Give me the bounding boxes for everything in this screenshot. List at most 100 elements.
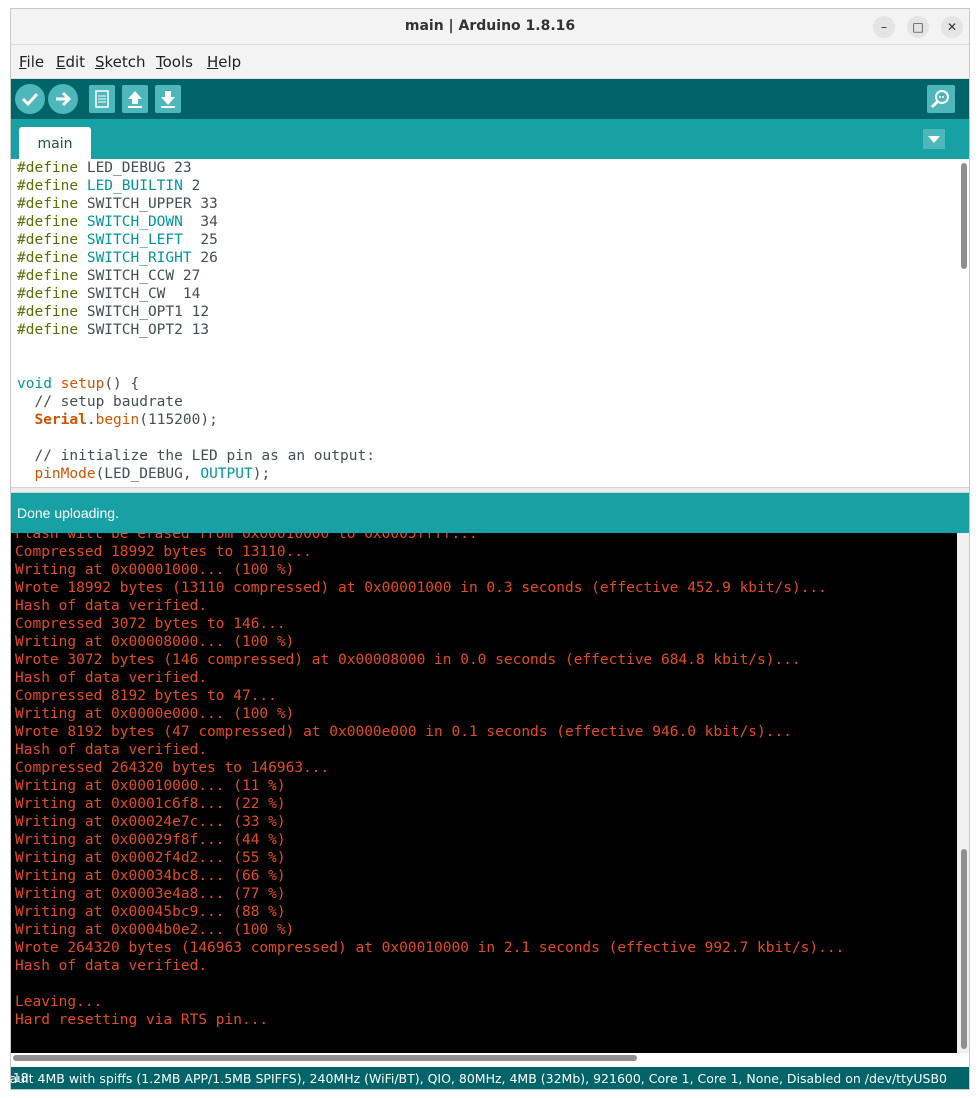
- console-scrollbar-thumb[interactable]: [961, 849, 967, 1049]
- console-line: Writing at 0x00008000... (100 %): [15, 634, 295, 650]
- console-line: Hash of data verified.: [15, 958, 208, 974]
- code-line: Serial.begin(115200);: [17, 411, 375, 429]
- code-token: );: [252, 466, 271, 482]
- tab-main[interactable]: main: [19, 127, 91, 159]
- serial-monitor-icon: [930, 90, 949, 109]
- verify-button[interactable]: [15, 84, 45, 114]
- console-line: Writing at 0x00010000... (11 %): [15, 778, 286, 794]
- open-sketch-button[interactable]: [122, 85, 148, 113]
- title-bar: main | Arduino 1.8.16 – □ ✕: [11, 9, 969, 45]
- code-token: #define: [17, 232, 79, 248]
- code-token: #define: [17, 196, 79, 212]
- code-token: #define: [17, 268, 79, 284]
- console-line: Hard resetting via RTS pin...: [15, 1012, 269, 1028]
- status-message: Done uploading.: [17, 505, 119, 521]
- console-text: Flash will be erased from 0x00010000 to …: [15, 533, 844, 1029]
- code-token: // setup baudrate: [17, 394, 183, 410]
- code-token: 34: [182, 214, 218, 230]
- code-line: // initialize the LED pin as an output:: [17, 447, 375, 465]
- console-line: Writing at 0x0002f4d2... (55 %): [15, 850, 286, 866]
- menu-sketch[interactable]: Sketch: [95, 53, 146, 71]
- console-line: Wrote 3072 bytes (146 compressed) at 0x0…: [15, 652, 801, 668]
- new-sketch-button[interactable]: [89, 85, 115, 113]
- upload-button[interactable]: [48, 84, 78, 114]
- console-line: Compressed 264320 bytes to 146963...: [15, 760, 330, 776]
- board-info-bar: 18 Default 4MB with spiffs (1.2MB APP/1.…: [11, 1067, 969, 1089]
- code-token: 26: [191, 250, 218, 266]
- menu-tools[interactable]: Tools: [156, 53, 193, 71]
- code-token: SWITCH_OPT1 12: [78, 304, 210, 320]
- console-line: Writing at 0x0004b0e2... (100 %): [15, 922, 295, 938]
- board-config: Default 4MB with spiffs (1.2MB APP/1.5MB…: [11, 1071, 947, 1086]
- tab-menu-button[interactable]: [923, 129, 945, 149]
- code-token: #define: [17, 286, 79, 302]
- console-line: Compressed 8192 bytes to 47...: [15, 688, 277, 704]
- code-line: #define SWITCH_OPT2 13: [17, 321, 375, 339]
- code-token: #define: [17, 322, 79, 338]
- console-line: Wrote 8192 bytes (47 compressed) at 0x00…: [15, 724, 792, 740]
- code-token: SWITCH_RIGHT: [86, 250, 192, 266]
- code-token: #define: [17, 214, 79, 230]
- console-line: Writing at 0x00034bc8... (66 %): [15, 868, 286, 884]
- code-token: () {: [104, 376, 140, 392]
- console-line: Wrote 264320 bytes (146963 compressed) a…: [15, 940, 845, 956]
- code-line: #define SWITCH_CW 14: [17, 285, 375, 303]
- console-horizontal-scrollbar-thumb[interactable]: [13, 1055, 637, 1061]
- save-sketch-button[interactable]: [155, 85, 181, 113]
- serial-monitor-button[interactable]: [927, 85, 955, 113]
- upload-icon: [56, 91, 72, 107]
- code-token: SWITCH_LEFT: [86, 232, 183, 248]
- code-token: pinMode: [34, 466, 96, 482]
- code-token: SWITCH_DOWN: [86, 214, 183, 230]
- code-line: #define SWITCH_OPT1 12: [17, 303, 375, 321]
- editor-scrollbar-thumb[interactable]: [961, 163, 967, 269]
- menu-edit[interactable]: Edit: [56, 53, 85, 71]
- minimize-button[interactable]: –: [873, 16, 895, 38]
- console-output[interactable]: Flash will be erased from 0x00010000 to …: [11, 533, 957, 1053]
- verify-icon: [21, 92, 39, 107]
- code-token: (115200);: [139, 412, 218, 428]
- code-line: #define LED_DEBUG 23: [17, 159, 375, 177]
- window-title: main | Arduino 1.8.16: [404, 18, 576, 34]
- code-token: // initialize the LED pin as an output:: [17, 448, 375, 464]
- code-text[interactable]: #define LED_DEBUG 23 #define LED_BUILTIN …: [17, 159, 375, 483]
- code-token: #define: [17, 304, 79, 320]
- maximize-button[interactable]: □: [907, 16, 929, 38]
- code-line: #define SWITCH_DOWN 34: [17, 213, 375, 231]
- code-line: #define SWITCH_UPPER 33: [17, 195, 375, 213]
- console-line: Hash of data verified.: [15, 670, 208, 686]
- code-line: pinMode(LED_DEBUG, OUTPUT);: [17, 465, 375, 483]
- arduino-ide-window: main | Arduino 1.8.16 – □ ✕ File Edit Sk…: [10, 8, 970, 1090]
- tab-bar: main: [11, 119, 969, 159]
- code-token: (LED_DEBUG,: [95, 466, 201, 482]
- console-line: Compressed 3072 bytes to 146...: [15, 616, 286, 632]
- code-token: 25: [182, 232, 218, 248]
- code-token: void: [17, 376, 52, 392]
- code-editor[interactable]: #define LED_DEBUG 23 #define LED_BUILTIN …: [11, 159, 969, 487]
- console-line: Hash of data verified.: [15, 598, 208, 614]
- code-token: Serial: [34, 412, 87, 428]
- console-line: Writing at 0x00024e7c... (33 %): [15, 814, 286, 830]
- console-line: Writing at 0x0003e4a8... (77 %): [15, 886, 286, 902]
- menu-help[interactable]: Help: [207, 53, 241, 71]
- open-icon: [128, 91, 142, 108]
- code-line: #define SWITCH_LEFT 25: [17, 231, 375, 249]
- code-token: #define: [17, 160, 79, 176]
- console-line: Compressed 18992 bytes to 13110...: [15, 544, 312, 560]
- close-button[interactable]: ✕: [941, 16, 963, 38]
- code-line: void setup() {: [17, 375, 375, 393]
- code-token: .: [86, 412, 96, 428]
- menu-bar: File Edit Sketch Tools Help: [11, 45, 969, 79]
- menu-file[interactable]: File: [19, 53, 44, 71]
- console-line: Wrote 18992 bytes (13110 compressed) at …: [15, 580, 827, 596]
- code-token: SWITCH_OPT2 13: [78, 322, 210, 338]
- chevron-down-icon: [928, 136, 940, 143]
